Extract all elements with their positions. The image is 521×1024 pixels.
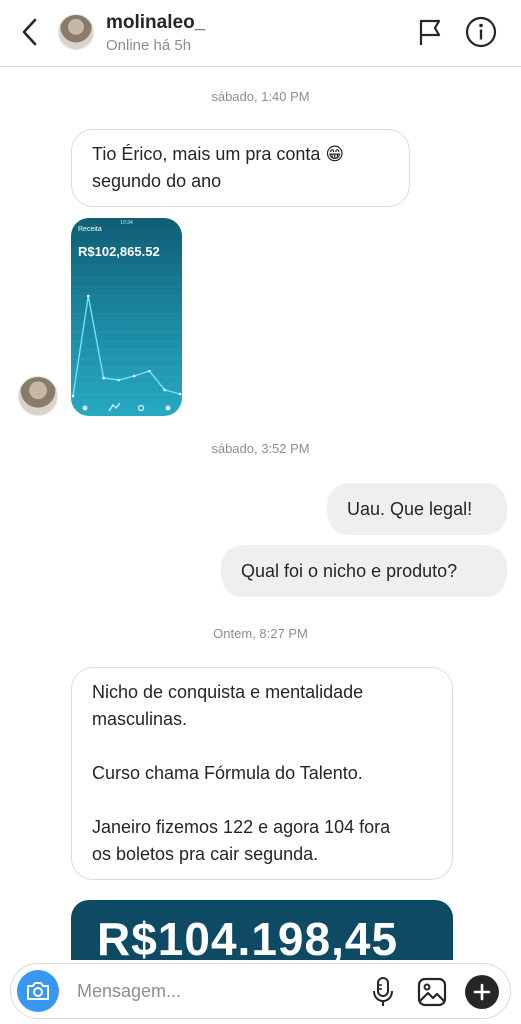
online-status: Online há 5h	[106, 37, 192, 54]
timestamp: sábado, 1:40 PM	[211, 89, 310, 104]
chart-point	[71, 394, 75, 398]
chat-header: molinaleo_ Online há 5h	[0, 0, 521, 67]
microphone-icon	[373, 977, 393, 1006]
chart-point	[163, 388, 167, 392]
incoming-message[interactable]: Tio Érico, mais um pra conta 😁 segundo d…	[71, 129, 410, 207]
more-button[interactable]	[465, 975, 499, 1009]
timestamp: Ontem, 8:27 PM	[213, 626, 308, 641]
tab-bar	[82, 402, 171, 412]
message-text: Nicho de conquista e mentalidade	[92, 682, 364, 702]
incoming-message[interactable]: Nicho de conquista e mentalidade masculi…	[71, 667, 453, 880]
message-input[interactable]: Mensagem...	[77, 981, 181, 1002]
chart-point	[132, 374, 136, 378]
camera-icon	[27, 982, 49, 1000]
message-text: Curso chama Fórmula do Talento.	[92, 763, 363, 783]
chart-point	[178, 392, 182, 396]
plus-icon	[473, 983, 491, 1001]
camera-button[interactable]	[17, 970, 59, 1012]
message-text: segundo do ano	[92, 171, 222, 191]
chart-point	[148, 369, 151, 373]
message-text: masculinas.	[92, 709, 188, 729]
gallery-icon	[417, 977, 447, 1007]
outgoing-message[interactable]: Qual foi o nicho e produto?	[221, 545, 507, 597]
message-text: os boletos pra cair segunda.	[92, 844, 319, 864]
info-icon	[465, 16, 497, 48]
image-amount: R$104.198,45	[97, 913, 399, 960]
chart-point	[102, 376, 105, 380]
gallery-button[interactable]	[415, 975, 449, 1009]
timestamp: sábado, 3:52 PM	[211, 441, 310, 456]
message-text: Tio Érico, mais um pra conta 😁	[92, 144, 345, 164]
sender-avatar[interactable]	[18, 376, 58, 416]
info-button[interactable]	[464, 15, 498, 49]
flag-icon	[419, 19, 441, 45]
voice-button[interactable]	[369, 974, 397, 1010]
chart-point	[117, 378, 121, 382]
chart-point	[86, 294, 90, 298]
outgoing-message[interactable]: Uau. Que legal!	[327, 483, 507, 535]
image-message[interactable]: R$104.198,45	[71, 900, 453, 960]
back-button[interactable]	[14, 14, 44, 50]
message-composer: Mensagem...	[10, 963, 511, 1019]
report-button[interactable]	[414, 14, 446, 50]
avatar[interactable]	[58, 14, 94, 50]
username[interactable]: molinaleo_	[106, 12, 205, 34]
image-message[interactable]: 10:34 Receita R$102,865.52	[71, 218, 182, 416]
chevron-left-icon	[22, 18, 37, 46]
message-text: Janeiro fizemos 122 e agora 104 fora	[92, 817, 391, 837]
revenue-chart	[71, 277, 182, 412]
